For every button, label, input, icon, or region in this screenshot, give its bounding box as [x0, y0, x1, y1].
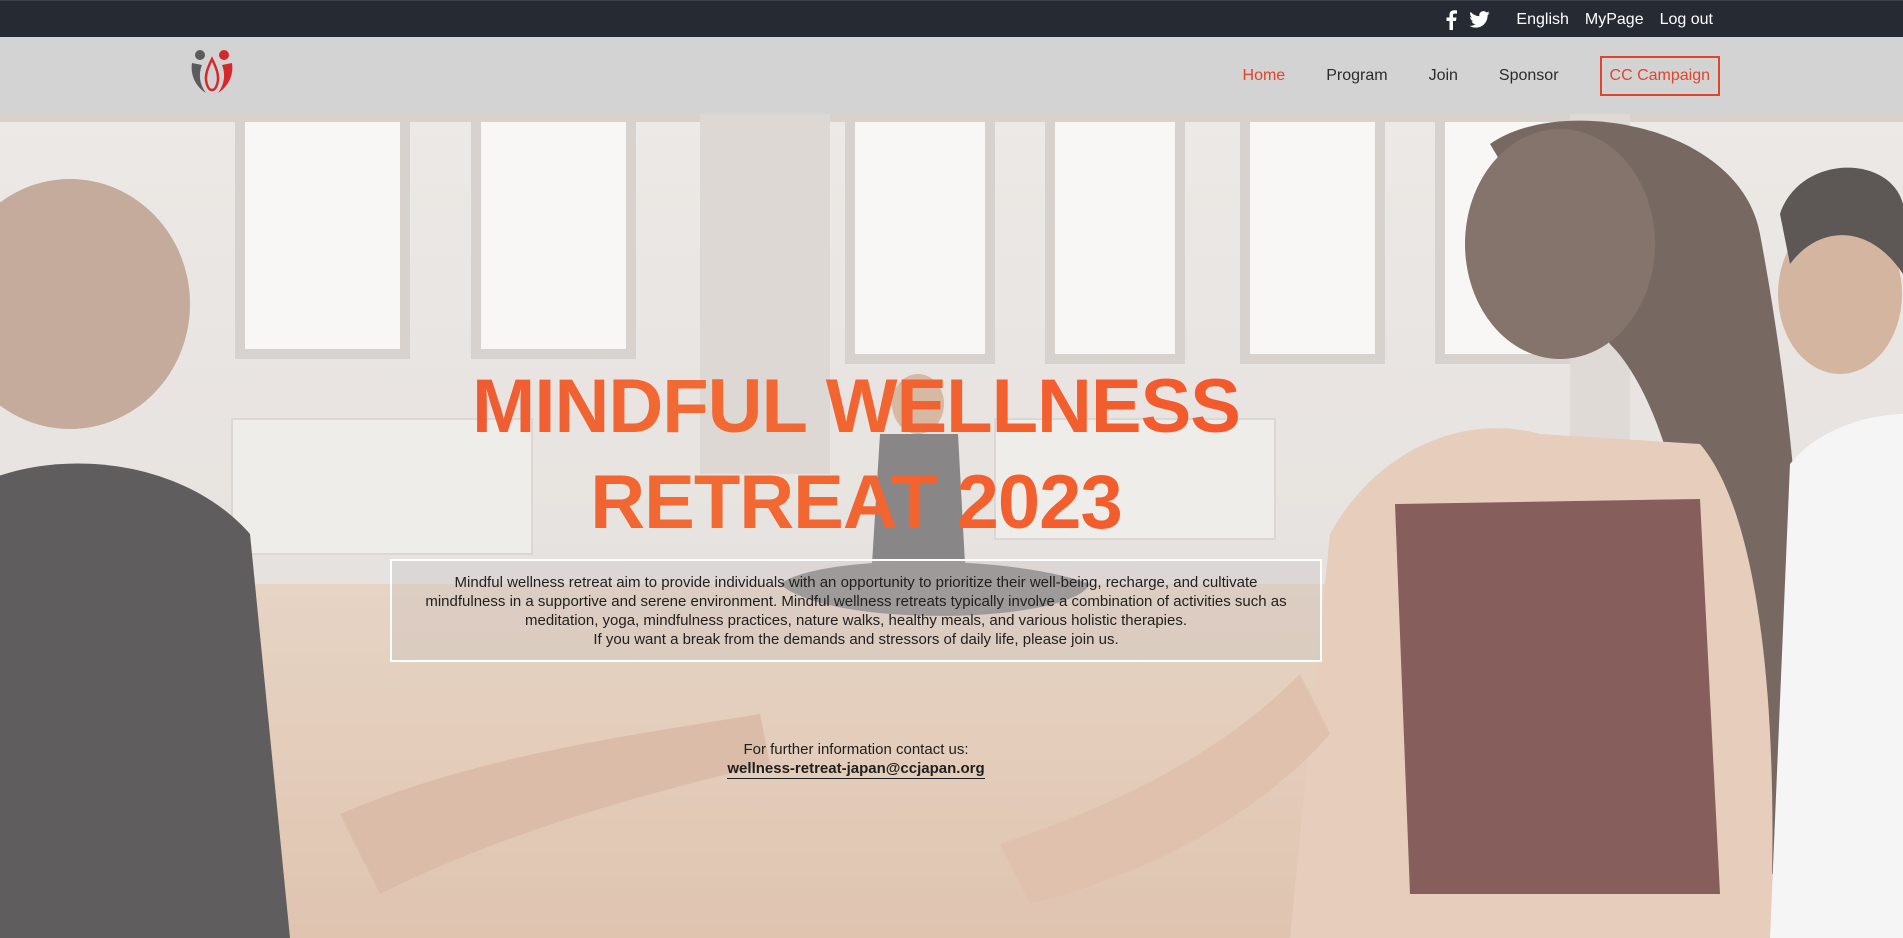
hero-description-line: meditation, yoga, mindfulness practices,…	[525, 611, 1187, 629]
hero-description-box: Mindful wellness retreat aim to provide …	[390, 559, 1322, 662]
nav-join[interactable]: Join	[1429, 67, 1458, 85]
hero-title-line-2: RETREAT 2023	[590, 460, 1122, 545]
cc-campaign-button[interactable]: CC Campaign	[1599, 55, 1720, 96]
hero-description-line: If you want a break from the demands and…	[593, 630, 1119, 648]
main-header: Home Program Join Sponsor CC Campaign	[0, 37, 1903, 114]
hero-title: MINDFUL WELLNESS RETREAT 2023	[0, 359, 1712, 551]
hero-description-line: mindfulness in a supportive and serene e…	[425, 592, 1287, 610]
logout-link[interactable]: Log out	[1660, 11, 1713, 29]
contact-label: For further information contact us:	[743, 741, 969, 758]
language-link[interactable]: English	[1516, 11, 1568, 29]
nav-program[interactable]: Program	[1326, 67, 1387, 85]
twitter-icon[interactable]	[1469, 11, 1491, 28]
retreat-logo-icon[interactable]	[188, 45, 236, 95]
top-bar-links: English MyPage Log out	[1446, 1, 1713, 38]
hero-section: MINDFUL WELLNESS RETREAT 2023 Mindful we…	[0, 114, 1903, 938]
social-links	[1446, 9, 1491, 30]
contact-email-link[interactable]: wellness-retreat-japan@ccjapan.org	[727, 759, 985, 779]
top-bar: English MyPage Log out	[0, 0, 1903, 37]
contact-section: For further information contact us: well…	[0, 740, 1712, 779]
main-nav: Home Program Join Sponsor CC Campaign	[1202, 37, 1720, 114]
facebook-icon[interactable]	[1446, 9, 1458, 30]
hero-description-line: Mindful wellness retreat aim to provide …	[454, 573, 1258, 591]
mypage-link[interactable]: MyPage	[1585, 11, 1644, 29]
nav-home[interactable]: Home	[1243, 67, 1286, 85]
nav-sponsor[interactable]: Sponsor	[1499, 67, 1559, 85]
hero-title-line-1: MINDFUL WELLNESS	[472, 364, 1240, 449]
